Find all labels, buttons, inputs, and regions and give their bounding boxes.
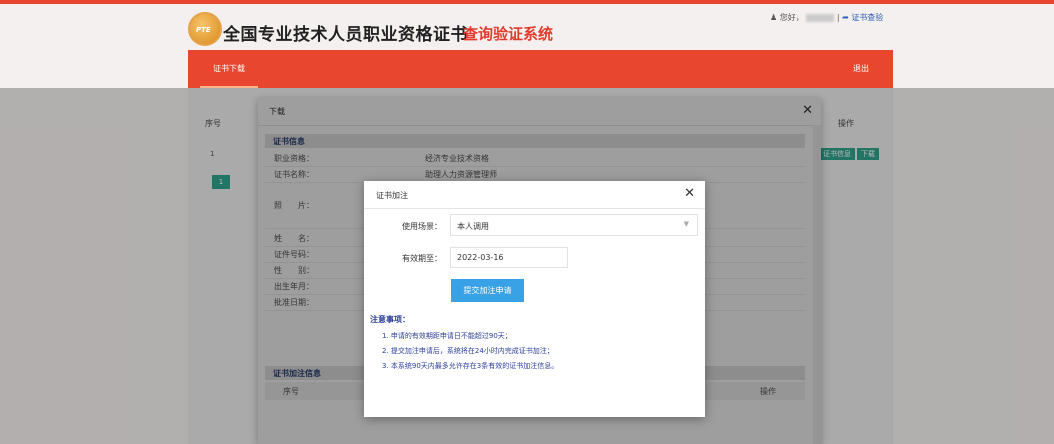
scene-label: 使用场景：: [402, 222, 442, 231]
expiry-label: 有效期至：: [402, 254, 442, 263]
logout-link[interactable]: 退出: [853, 50, 869, 88]
main-navbar: 证书下载 退出: [188, 50, 893, 88]
verify-link[interactable]: ➦ 证书查验: [842, 13, 883, 22]
annotation-modal-title: 证书加注: [376, 191, 408, 200]
expiry-date-input[interactable]: 2022-03-16: [450, 247, 568, 268]
verify-link-label: 证书查验: [851, 13, 884, 22]
scene-select[interactable]: 本人调用 ▼: [450, 214, 698, 236]
notes-title: 注意事项：: [370, 315, 410, 324]
annotation-modal: 证书加注 ✕ 使用场景： 本人调用 ▼ 有效期至： 2022-03-16 提交加…: [364, 181, 705, 417]
tab-certificate-download[interactable]: 证书下载: [200, 50, 258, 88]
site-title: 全国专业技术人员职业资格证书: [223, 25, 468, 45]
submit-annotation-button[interactable]: 提交加注申请: [451, 279, 524, 302]
note-item: 3. 本系统90天内最多允许存在3条有效的证书加注信息。: [382, 362, 559, 370]
logo-text: PTE: [196, 26, 211, 34]
chevron-down-icon: ▼: [683, 220, 689, 228]
note-item: 1. 申请的有效期距申请日不能超过90天；: [382, 332, 512, 340]
close-icon[interactable]: ✕: [684, 186, 695, 201]
scene-select-value: 本人调用: [457, 222, 489, 231]
header-separator: |: [836, 13, 840, 22]
note-item: 2. 提交加注申请后，系统将在24小时内完成证书加注；: [382, 347, 554, 355]
blurred-username: [806, 13, 835, 22]
user-info: ♟ 您好， | ➦ 证书查验: [770, 12, 883, 23]
site-subtitle: 查询验证系统: [463, 25, 554, 43]
pte-logo: PTE: [188, 12, 222, 46]
expiry-date-value: 2022-03-16: [457, 253, 504, 262]
share-arrow-icon: ➦: [842, 13, 849, 22]
user-icon: ♟: [770, 13, 778, 22]
divider: [364, 208, 705, 209]
top-accent-bar: [0, 0, 1054, 4]
greeting-text: 您好，: [779, 13, 804, 22]
